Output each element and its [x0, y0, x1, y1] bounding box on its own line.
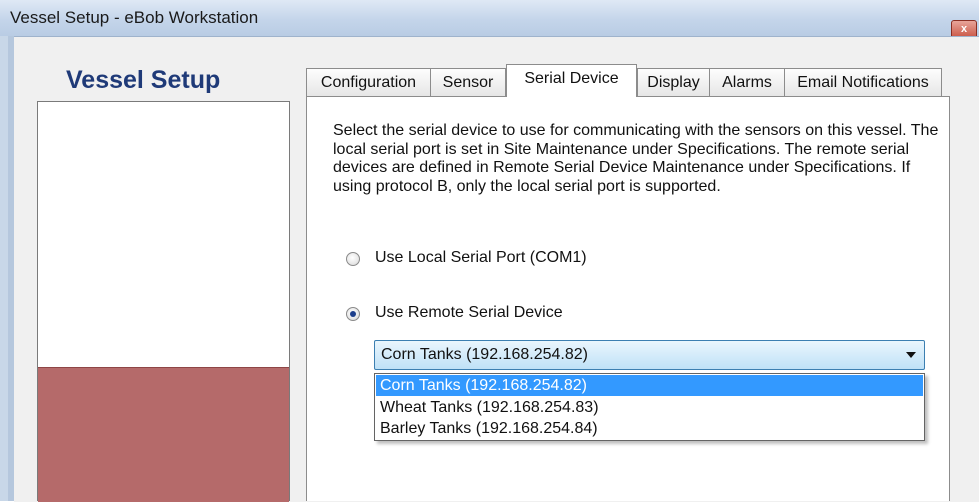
chevron-down-icon[interactable]: [906, 352, 916, 358]
serial-device-description: Select the serial device to use for comm…: [333, 122, 939, 195]
tab-configuration[interactable]: Configuration: [306, 68, 431, 96]
dropdown-option-wheat[interactable]: Wheat Tanks (192.168.254.83): [376, 397, 923, 418]
tab-alarms[interactable]: Alarms: [709, 68, 785, 96]
page-title: Vessel Setup: [66, 66, 221, 94]
remote-device-select[interactable]: Corn Tanks (192.168.254.82): [374, 340, 925, 370]
remote-device-selected-value: Corn Tanks (192.168.254.82): [381, 346, 588, 363]
local-serial-radio[interactable]: [346, 252, 360, 266]
tab-sensor[interactable]: Sensor: [430, 68, 506, 96]
title-bar: Vessel Setup - eBob Workstation x: [0, 0, 979, 40]
tab-serial-device[interactable]: Serial Device: [506, 64, 637, 97]
close-icon: x: [960, 23, 968, 35]
remote-serial-label: Use Remote Serial Device: [375, 304, 563, 321]
tab-display[interactable]: Display: [637, 68, 710, 96]
dropdown-option-corn[interactable]: Corn Tanks (192.168.254.82): [376, 375, 923, 396]
vessel-fill-level: [38, 367, 289, 502]
local-serial-label: Use Local Serial Port (COM1): [375, 249, 587, 266]
dropdown-option-barley[interactable]: Barley Tanks (192.168.254.84): [376, 418, 923, 439]
tab-email-notifications[interactable]: Email Notifications: [784, 68, 942, 96]
remote-device-dropdown-list: Corn Tanks (192.168.254.82) Wheat Tanks …: [374, 373, 925, 441]
window-right-area: [950, 96, 979, 501]
remote-serial-radio[interactable]: [346, 307, 360, 321]
vessel-setup-window: Vessel Setup - eBob Workstation x Vessel…: [0, 0, 979, 502]
window-title: Vessel Setup - eBob Workstation: [10, 8, 259, 27]
